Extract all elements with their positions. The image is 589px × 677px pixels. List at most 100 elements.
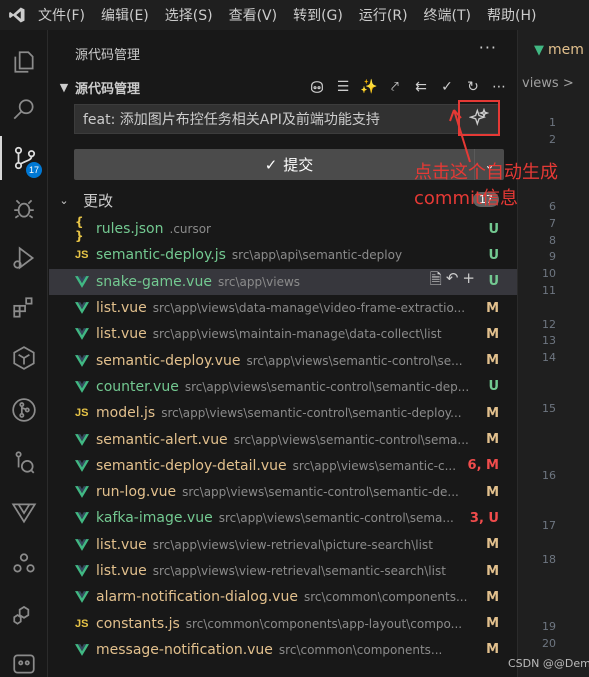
vue-file-icon [75,459,93,472]
file-status-badge: M [486,432,499,448]
file-name: run-log.vue [96,484,177,501]
debug-icon[interactable] [0,186,48,230]
file-name: semantic-deploy.vue [96,352,241,369]
more-icon[interactable]: ⋯ [489,77,509,97]
file-status-badge: M [486,405,499,421]
js-file-icon: JS [75,249,89,262]
file-path: src\app\api\semantic-deploy [231,248,403,263]
line-number: 19 [542,620,556,633]
editor-tab[interactable]: ▼ mem [518,30,589,70]
list-item[interactable]: semantic-deploy-detail.vue src\app\views\… [49,453,517,479]
menu-bar: 文件(F) 编辑(E) 选择(S) 查看(V) 转到(G) 运行(R) 终端(T… [0,0,589,30]
menu-run[interactable]: 运行(R) [351,5,416,25]
list-item[interactable]: kafka-image.vue src\app\views\semantic-co… [49,505,517,531]
file-name: message-notification.vue [96,641,273,658]
list-item[interactable]: JS constants.js src\common\components\app-… [49,610,517,636]
file-status-badge: U [488,274,499,290]
stage-changes-icon[interactable]: + [462,269,475,294]
node-icon[interactable] [0,592,48,636]
menu-view[interactable]: 查看(V) [221,5,286,25]
file-path: src\app\views\maintain-manage\data-colle… [152,327,442,342]
commit-message-input[interactable]: feat: 添加图片布控任务相关API及前端功能支持 [74,104,500,134]
sparkle-icon [469,108,489,126]
generate-commit-message-button[interactable] [458,100,500,136]
line-number: 20 [542,636,556,650]
file-status-badge: M [486,642,499,658]
editor-tab-name: mem [548,42,584,58]
list-item[interactable]: run-log.vue src\app\views\semantic-contro… [49,479,517,505]
list-item[interactable]: snake-game.vue src\app\views 🗎 ↶ + U [49,268,517,295]
panel-title: 源代码管理 [75,48,141,63]
menu-terminal[interactable]: 终端(T) [416,5,479,25]
list-item[interactable]: list.vue src\app\views\view-retrieval\sem… [49,558,517,584]
chevron-down-icon: ⌄ [59,193,69,207]
graph-icon[interactable]: ⇇ [411,77,431,97]
breadcrumb[interactable]: views > [522,76,574,91]
source-control-icon[interactable]: 17 [0,136,48,180]
list-item[interactable]: list.vue src\app\views\maintain-manage\da… [49,321,517,347]
gitlens-icon[interactable] [0,440,48,484]
section-title: 源代码管理 [75,81,141,97]
git-graph-icon[interactable] [0,388,48,432]
list-item[interactable]: JS semantic-deploy.js src\app\api\semantic… [49,242,517,268]
row-actions: 🗎 ↶ + [430,269,475,294]
search-icon[interactable] [0,88,48,132]
more-actions-icon[interactable]: ··· [479,38,497,57]
line-number: 17 [542,519,556,533]
list-item[interactable]: semantic-alert.vue src\app\views\semantic… [49,426,517,452]
file-path: src\app\views\view-retrieval\picture-sea… [152,537,433,552]
copilot-icon[interactable] [307,77,327,97]
menu-edit[interactable]: 编辑(E) [93,5,157,25]
vscode-logo-icon [4,0,30,30]
list-item[interactable]: list.vue src\app\views\view-retrieval\pic… [49,532,517,558]
vue-file-icon [75,381,93,393]
line-number: 13 [542,334,556,348]
file-status-badge: M [486,616,499,632]
list-item[interactable]: counter.vue src\app\views\semantic-contro… [49,374,517,400]
file-name: model.js [96,405,156,422]
line-number: 10 [542,267,556,281]
commit-check-icon[interactable]: ✓ [437,77,457,97]
refresh-icon[interactable]: ↻ [463,77,483,97]
editor-area: ▼ mem views > 1 2 6 7 8 9 10 11 12 13 14 15 16 17 18 19… [517,30,589,677]
run-debug-icon[interactable] [0,236,48,280]
npm-scripts-icon[interactable] [0,542,48,586]
commit-button-label: 提交 [283,156,314,174]
menu-selection[interactable]: 选择(S) [157,5,221,25]
list-item[interactable]: message-notification.vue src\common\compo… [49,637,517,663]
list-item[interactable]: { } rules.json .cursor U [49,215,517,243]
file-path: src\app\views\semantic-c... [292,458,457,473]
branch-sparkle-icon[interactable]: ⤤ [385,77,405,97]
menu-file[interactable]: 文件(F) [30,5,93,25]
view-as-list-icon[interactable]: ☰ [333,77,353,97]
file-path: src\common\components\app-layout\compo..… [185,616,463,631]
open-file-icon[interactable]: 🗎 [430,269,442,294]
menu-help[interactable]: 帮助(H) [479,5,544,25]
vue-devtools-icon[interactable] [0,490,48,534]
vue-file-icon [75,328,93,341]
ai-assistant-icon[interactable] [0,336,48,380]
menu-go[interactable]: 转到(G) [285,5,351,25]
file-path: src\app\views\semantic-control\se... [246,353,463,368]
list-item[interactable]: list.vue src\app\views\data-manage\video-… [49,295,517,321]
sparkle-icon[interactable]: ✨ [359,77,379,97]
account-icon[interactable] [0,642,48,677]
list-item[interactable]: alarm-notification-dialog.vue src\common\… [49,584,517,610]
line-number: 11 [542,284,556,297]
vue-file-icon [75,565,93,577]
extensions-icon[interactable] [0,286,48,330]
file-status-badge: 6, M [467,458,499,474]
explorer-icon[interactable] [0,40,48,84]
line-number: 12 [542,317,556,331]
vue-file-icon: ▼ [534,42,544,58]
file-status-badge: U [488,247,499,263]
vue-file-icon [75,486,93,498]
discard-changes-icon[interactable]: ↶ [446,269,459,294]
line-number: 8 [549,233,556,247]
list-item[interactable]: JS model.js src\app\views\semantic-control… [49,400,517,426]
file-path: src\app\views\data-manage\video-frame-ex… [152,301,466,316]
list-item[interactable]: semantic-deploy.vue src\app\views\semanti… [49,347,517,373]
repository-section-header[interactable]: ▼ 源代码管理 ☰ ✨ ⤤ ⇇ ✓ ↻ ⋯ [49,74,517,100]
source-control-badge: 17 [26,162,42,178]
changed-files-list: { } rules.json .cursor U JS semantic-deploy.j… [49,215,517,663]
